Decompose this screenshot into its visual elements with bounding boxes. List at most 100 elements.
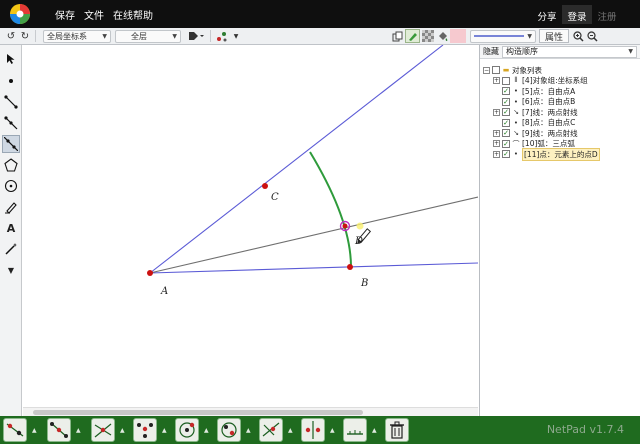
tree-item[interactable]: + ⫴ [4]对象组:坐标系组 [483,76,600,87]
visibility-checkbox[interactable]: ✓ [502,118,510,127]
toolbar-divider [35,30,36,42]
tree-item[interactable]: + ✓ ↘ [9]线：两点射线 [483,128,600,139]
tree-item[interactable]: + ✓ ↘ [7]线：两点射线 [483,107,600,118]
bottom-toolbar: ▲ ▲ ▲ ▲ ▲ ▲ ▲ ▲ ▲ NetPad v1.7.4 [0,416,640,444]
ray-icon: ↘ [513,108,519,117]
menu-online-help[interactable]: 在线帮助 [113,7,153,22]
geometry-svg[interactable]: A B C D [23,44,479,407]
drawing-canvas[interactable]: A B C D [23,44,479,407]
tree-item-selected[interactable]: + ✓ • [11]点：元素上的点D [483,147,600,161]
coord-system-dropdown[interactable]: 全局坐标系 ▼ [43,29,111,43]
point-d[interactable] [342,223,348,229]
line-style-dropdown[interactable]: ▼ [470,29,536,43]
visibility-checkbox[interactable] [502,76,510,85]
point-c[interactable] [262,183,268,189]
construct-circle-point-button[interactable] [175,418,199,442]
construct-centroid-button[interactable] [133,418,157,442]
construct-intersection-button[interactable] [91,418,115,442]
tag-icon[interactable] [185,29,207,43]
zoom-in-icon[interactable] [571,29,585,43]
chevron-down-icon[interactable]: ▼ [230,29,242,43]
select-arrow-icon[interactable] [2,50,20,68]
chevron-up-icon[interactable]: ▲ [288,427,294,434]
chevron-up-icon[interactable]: ▲ [372,427,378,434]
fill-color-icon[interactable] [435,29,450,43]
property-button[interactable]: 属性 [539,29,569,43]
collapse-icon[interactable]: − [483,66,490,74]
point-tool-icon[interactable] [2,72,20,90]
folder-icon: ▬ [502,66,510,75]
pencil-tool-icon[interactable] [2,198,20,216]
chevron-up-icon[interactable]: ▲ [76,427,82,434]
tree-item[interactable]: ✓ • [5]点：自由点A [483,86,600,97]
construct-point-on-object-button[interactable] [3,418,27,442]
expand-icon[interactable]: + [493,129,500,137]
point-icon: • [513,87,519,96]
main-toolbar: ↺ ↻ 全局坐标系 ▼ 全层 ▼ ▼ ▼ 属性 [0,28,640,45]
undo-icon[interactable]: ↺ [4,29,18,43]
chevron-up-icon[interactable]: ▲ [120,427,126,434]
arc-three-point[interactable] [309,151,352,268]
visibility-checkbox[interactable]: ✓ [502,97,510,106]
ray-tool-icon[interactable] [2,114,20,132]
construct-circle-intersection-button[interactable] [217,418,241,442]
group-icon: ⫴ [514,76,518,85]
construct-reflection-button[interactable] [301,418,325,442]
order-dropdown[interactable]: 构造顺序 ▼ [502,45,637,58]
chevron-up-icon[interactable]: ▲ [162,427,168,434]
expand-icon[interactable]: + [493,150,500,158]
chevron-up-icon[interactable]: ▲ [32,427,38,434]
construct-midpoint-button[interactable] [47,418,71,442]
visibility-checkbox[interactable]: ✓ [502,139,510,148]
login-link[interactable]: 登录 [562,5,592,24]
visibility-checkbox[interactable]: ✓ [502,150,510,159]
trash-icon[interactable] [385,418,409,442]
pen-color-icon[interactable] [405,29,420,43]
point-b[interactable] [347,264,353,270]
expand-icon[interactable]: + [493,140,500,148]
hide-label[interactable]: 隐藏 [483,46,499,57]
expand-icon[interactable]: + [493,108,500,116]
chevron-up-icon[interactable]: ▲ [330,427,336,434]
menu-file[interactable]: 文件 [84,7,104,22]
chevron-up-icon[interactable]: ▲ [246,427,252,434]
tree-item-label: [6]点：自由点B [522,97,576,107]
ray-ab[interactable] [149,262,479,274]
horizontal-scrollbar[interactable] [23,407,478,416]
style-points-icon[interactable] [214,29,230,43]
line-tool-icon[interactable] [2,135,20,153]
visibility-checkbox[interactable]: ✓ [502,129,510,138]
zoom-out-icon[interactable] [585,29,599,43]
segment-tool-icon[interactable] [2,93,20,111]
construct-measure-button[interactable] [343,418,367,442]
menu-save[interactable]: 保存 [55,7,75,22]
register-link[interactable]: 注册 [592,9,622,24]
fill-pattern-icon[interactable] [420,29,435,43]
circle-tool-icon[interactable] [2,177,20,195]
tree-item[interactable]: ✓ • [6]点：自由点B [483,97,600,108]
construct-perpendicular-button[interactable] [259,418,283,442]
color-swatch[interactable] [450,29,466,43]
share-link[interactable]: 分享 [532,9,562,24]
point-a[interactable] [147,270,153,276]
visibility-checkbox[interactable] [492,66,500,75]
more-tools-icon[interactable]: ▼ [2,261,20,279]
tree-root[interactable]: − ▬ 对象列表 [483,65,600,76]
layer-dropdown[interactable]: 全层 ▼ [115,29,181,43]
object-list-panel: 隐藏 构造顺序 ▼ − ▬ 对象列表 + ⫴ [4]对象组:坐标系组 ✓ • [… [479,45,640,416]
chevron-down-icon: ▼ [527,32,532,40]
chevron-up-icon[interactable]: ▲ [204,427,210,434]
visibility-checkbox[interactable]: ✓ [502,87,510,96]
magic-wand-icon[interactable] [2,240,20,258]
polygon-tool-icon[interactable] [2,156,20,174]
redo-icon[interactable]: ↻ [18,29,32,43]
copy-style-icon[interactable] [390,29,405,43]
text-tool-icon[interactable]: A [2,219,20,237]
version-label: NetPad v1.7.4 [546,423,624,436]
visibility-checkbox[interactable]: ✓ [502,108,510,117]
coord-system-value: 全局坐标系 [47,31,87,41]
expand-icon[interactable]: + [493,77,500,85]
arc-icon: ⌒ [512,139,520,148]
tree-item[interactable]: ✓ • [8]点：自由点C [483,118,600,129]
scrollbar-thumb[interactable] [33,410,363,415]
